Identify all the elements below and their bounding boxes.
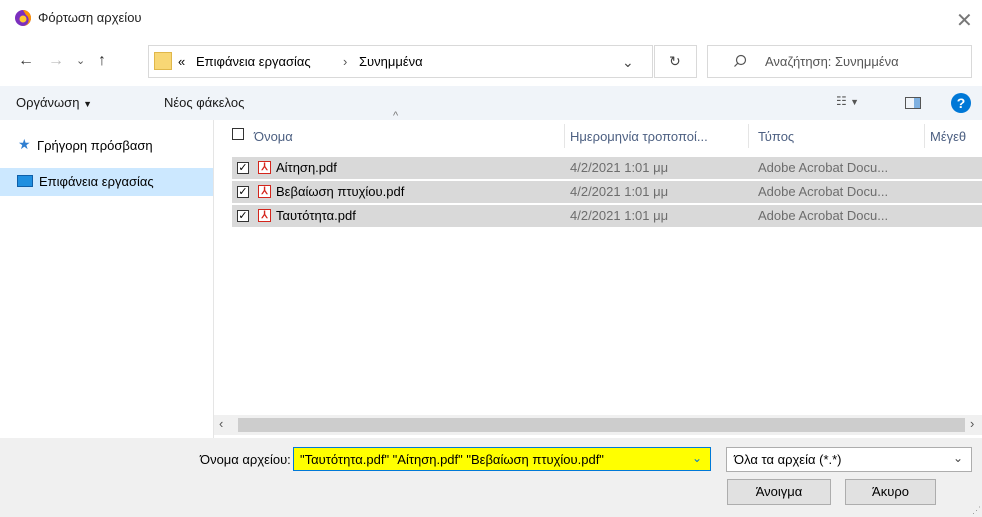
column-header-date[interactable]: Ημερομηνία τροποποί... [570,129,708,144]
preview-pane-icon[interactable] [905,97,921,109]
pdf-icon: ⅄ [258,185,271,198]
chevron-down-icon: ⌄ [953,451,964,465]
file-type: Adobe Acrobat Docu... [758,208,889,223]
checkbox-icon[interactable]: ✓ [237,162,249,174]
filename-value: "Ταυτότητα.pdf" "Αίτηση.pdf" "Βεβαίωση π… [300,452,604,467]
breadcrumb-overflow[interactable]: « [178,54,185,69]
scrollbar-thumb[interactable] [238,418,965,432]
column-header-name[interactable]: Όνομα [254,129,293,144]
sidebar-item-label: Επιφάνεια εργασίας [39,174,154,189]
up-arrow-icon[interactable]: ↑ [98,52,106,70]
checkbox-icon[interactable]: ✓ [237,186,249,198]
close-icon[interactable]: ✕ [956,8,973,33]
file-type-filter[interactable]: Όλα τα αρχεία (*.*) ⌄ [726,447,972,472]
folder-icon [154,52,172,70]
recent-locations-chevron-icon[interactable]: ⌄ [76,54,85,67]
resize-grip-icon[interactable]: ⋰ [972,505,981,516]
command-bar [0,86,982,120]
scroll-right-icon[interactable]: › [970,416,974,431]
refresh-icon: ↻ [669,53,681,69]
column-divider[interactable] [748,124,749,148]
organize-button[interactable]: Οργάνωση ▼ [16,95,92,110]
sidebar-item-label: Γρήγορη πρόσβαση [37,138,153,153]
sidebar-item-desktop[interactable]: Επιφάνεια εργασίας [0,168,213,196]
organize-label: Οργάνωση [16,95,80,110]
title-bar [0,0,982,36]
breadcrumb-desktop[interactable]: Επιφάνεια εργασίας [196,54,311,69]
file-date: 4/2/2021 1:01 μμ [570,208,669,223]
table-row[interactable]: ✓ ⅄ Βεβαίωση πτυχίου.pdf 4/2/2021 1:01 μ… [232,181,982,203]
file-date: 4/2/2021 1:01 μμ [570,184,669,199]
filename-label: Όνομα αρχείου: [200,452,291,467]
column-divider[interactable] [924,124,925,148]
new-folder-button[interactable]: Νέος φάκελος [164,95,244,110]
window-title: Φόρτωση αρχείου [38,10,142,25]
file-name: Αίτηση.pdf [276,160,337,175]
desktop-icon [17,175,33,187]
chevron-down-icon[interactable]: ⌄ [622,54,634,71]
column-divider[interactable] [564,124,565,148]
search-icon [734,54,747,67]
open-button[interactable]: Άνοιγμα [727,479,831,505]
back-arrow-icon[interactable]: ← [18,52,34,70]
breadcrumb-separator: › [343,54,348,69]
view-options-icon[interactable]: ☷ ▼ [836,94,859,108]
sort-ascending-icon: ^ [393,110,399,122]
search-placeholder: Αναζήτηση: Συνημμένα [765,54,899,69]
file-type: Adobe Acrobat Docu... [758,160,889,175]
chevron-down-icon[interactable]: ⌄ [692,451,702,465]
pdf-icon: ⅄ [258,161,271,174]
column-header-size[interactable]: Μέγεθ [930,129,966,144]
forward-arrow-icon[interactable]: → [48,52,64,70]
organize-dropdown-icon: ▼ [83,99,92,109]
firefox-icon [15,10,31,26]
breadcrumb-attachments[interactable]: Συνημμένα [359,54,423,69]
file-date: 4/2/2021 1:01 μμ [570,160,669,175]
cancel-button[interactable]: Άκυρο [845,479,936,505]
file-name: Ταυτότητα.pdf [276,208,356,223]
file-name: Βεβαίωση πτυχίου.pdf [276,184,405,199]
help-icon[interactable]: ? [951,93,971,113]
sidebar-item-quick-access[interactable]: ★ Γρήγορη πρόσβαση [0,132,213,160]
scroll-left-icon[interactable]: ‹ [219,416,223,431]
file-type: Adobe Acrobat Docu... [758,184,889,199]
table-row[interactable]: ✓ ⅄ Αίτηση.pdf 4/2/2021 1:01 μμ Adobe Ac… [232,157,982,179]
column-header-type[interactable]: Τύπος [758,129,794,144]
select-all-checkbox[interactable] [232,128,244,140]
pdf-icon: ⅄ [258,209,271,222]
filter-value: Όλα τα αρχεία (*.*) [734,452,842,467]
star-icon: ★ [18,136,31,152]
table-row[interactable]: ✓ ⅄ Ταυτότητα.pdf 4/2/2021 1:01 μμ Adobe… [232,205,982,227]
checkbox-icon[interactable]: ✓ [237,210,249,222]
